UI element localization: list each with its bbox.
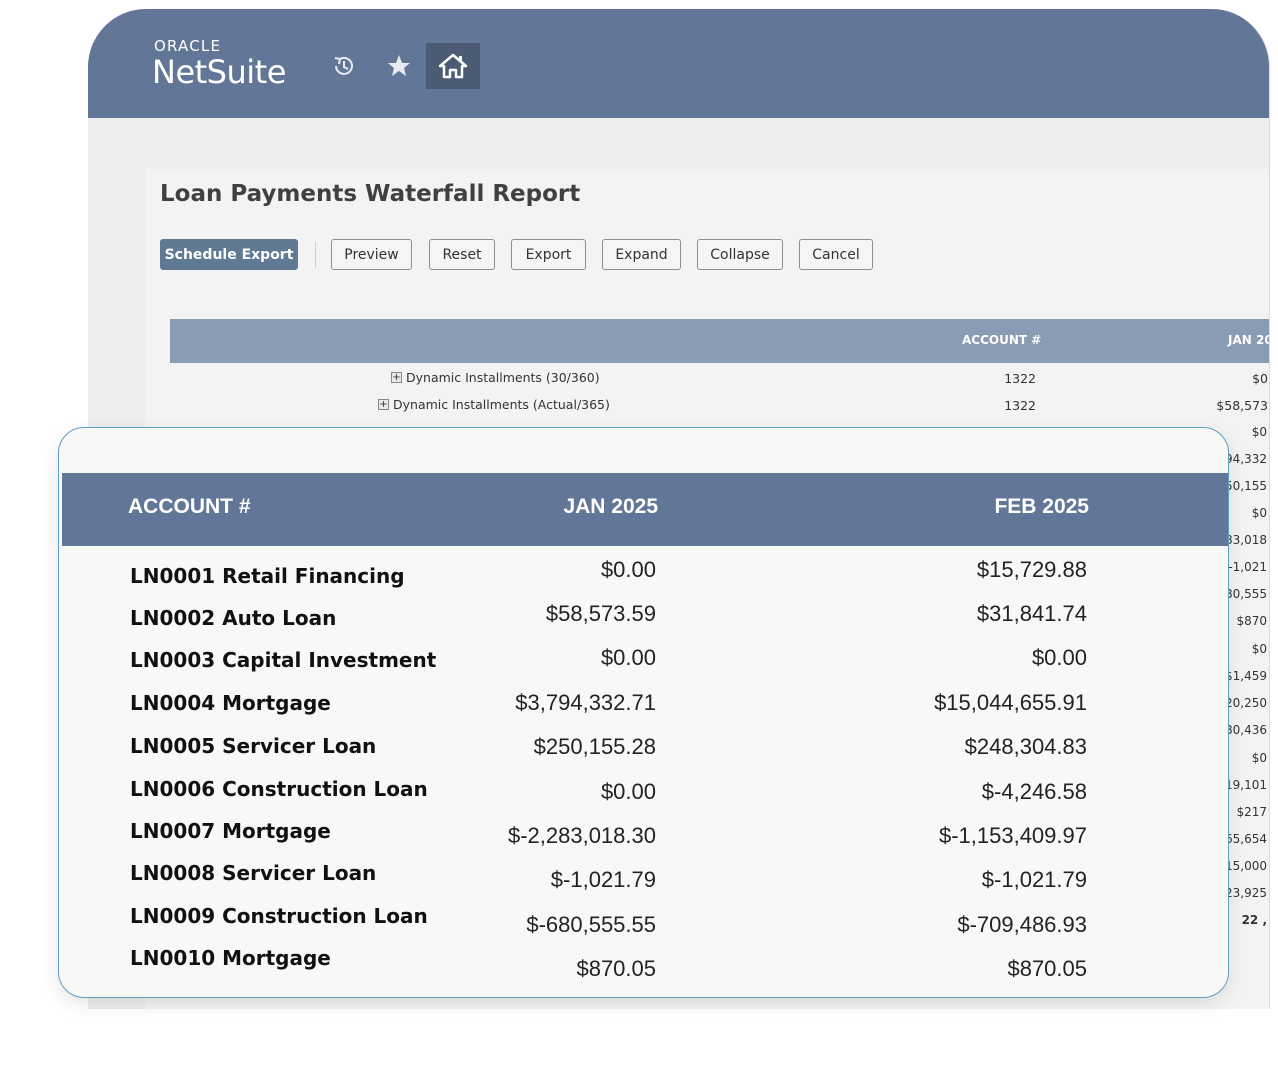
row-label: Dynamic Installments (Actual/365) bbox=[393, 397, 610, 412]
history-icon[interactable] bbox=[317, 43, 371, 89]
jan-cell: $0.00 bbox=[600, 645, 656, 670]
toolbar-divider bbox=[315, 242, 316, 268]
top-navigation-bar: ORACLE NetSuite bbox=[88, 9, 1269, 118]
jan-cell: $250,155.28 bbox=[533, 734, 656, 759]
jan-cell: $-1,021.79 bbox=[550, 867, 656, 892]
account-cell: LN0005 Servicer Loan bbox=[130, 734, 377, 758]
account-cell: LN0009 Construction Loan bbox=[130, 904, 428, 928]
account-cell: LN0006 Construction Loan bbox=[130, 777, 428, 801]
jan-cell: $58,573.59 bbox=[545, 601, 656, 626]
zoomed-table-header: ACCOUNT # JAN 2025 FEB 2025 bbox=[62, 473, 1228, 546]
edge-value: 19,101 bbox=[1225, 778, 1267, 792]
feb-cell: $31,841.74 bbox=[976, 601, 1087, 626]
account-cell: 1322 bbox=[1004, 371, 1036, 386]
preview-button[interactable]: Preview bbox=[331, 239, 412, 270]
account-cell: LN0007 Mortgage bbox=[130, 819, 331, 843]
report-table-header: ACCOUNT # JAN 20 bbox=[170, 319, 1269, 363]
edge-value: $0 bbox=[1251, 642, 1267, 656]
export-button[interactable]: Export bbox=[511, 239, 586, 270]
edge-value: 80,555 bbox=[1225, 587, 1267, 601]
feb-cell: $-709,486.93 bbox=[957, 912, 1087, 937]
edge-value: 20,250 bbox=[1225, 696, 1267, 710]
schedule-export-button[interactable]: Schedule Export bbox=[160, 239, 298, 270]
edge-value: -1,021 bbox=[1228, 560, 1267, 574]
account-column-header[interactable]: ACCOUNT # bbox=[128, 495, 251, 519]
feb-cell: $248,304.83 bbox=[964, 734, 1087, 759]
jan-cell: $-2,283,018.30 bbox=[507, 823, 656, 848]
edge-value: 65,654 bbox=[1225, 832, 1267, 846]
edge-value: 50,155 bbox=[1225, 479, 1267, 493]
jan-cell: $0.00 bbox=[600, 557, 656, 582]
edge-value: $0 bbox=[1251, 506, 1267, 520]
netsuite-logo-text[interactable]: NetSuite bbox=[152, 53, 286, 91]
home-icon[interactable] bbox=[426, 43, 480, 89]
table-row[interactable]: LN0004 Mortgage $3,794,332.71 $15,044,65… bbox=[59, 689, 1228, 733]
account-cell: LN0002 Auto Loan bbox=[130, 606, 337, 630]
feb-cell: $-1,153,409.97 bbox=[938, 823, 1087, 848]
expand-button[interactable]: Expand bbox=[602, 239, 681, 270]
collapse-button[interactable]: Collapse bbox=[697, 239, 783, 270]
account-cell: 1322 bbox=[1004, 398, 1036, 413]
star-icon[interactable] bbox=[372, 43, 426, 89]
account-cell: LN0010 Mortgage bbox=[130, 946, 331, 970]
edge-value: 23,925 bbox=[1225, 886, 1267, 900]
account-cell: LN0003 Capital Investment bbox=[130, 648, 437, 672]
feb-cell: $-4,246.58 bbox=[981, 779, 1087, 804]
edge-value: 83,018 bbox=[1225, 533, 1267, 547]
edge-value: $0 bbox=[1251, 751, 1267, 765]
account-cell: LN0008 Servicer Loan bbox=[130, 861, 377, 885]
edge-value: 15,000 bbox=[1225, 859, 1267, 873]
feb-cell: $15,729.88 bbox=[976, 557, 1087, 582]
edge-value: 22 , bbox=[1241, 913, 1267, 927]
edge-value: $870 bbox=[1236, 614, 1267, 628]
jan-2025-column-header[interactable]: JAN 2025 bbox=[563, 495, 658, 519]
jan-cell: $0.00 bbox=[600, 779, 656, 804]
edge-value: $1,459 bbox=[1225, 669, 1267, 683]
table-row[interactable]: LN0010 Mortgage $870.05 $870.05 bbox=[59, 946, 1228, 997]
zoomed-table-card: ACCOUNT # JAN 2025 FEB 2025 LN0001 Retai… bbox=[58, 427, 1229, 998]
feb-cell: $-1,021.79 bbox=[981, 867, 1087, 892]
account-cell: LN0001 Retail Financing bbox=[130, 564, 405, 588]
jan-cell: $-680,555.55 bbox=[526, 912, 656, 937]
edge-value: 80,436 bbox=[1225, 723, 1267, 737]
account-column-header[interactable]: ACCOUNT # bbox=[962, 333, 1041, 347]
edge-value: $217 bbox=[1236, 805, 1267, 819]
feb-2025-column-header[interactable]: FEB 2025 bbox=[994, 495, 1089, 519]
table-row[interactable]: LN0005 Servicer Loan $250,155.28 $248,30… bbox=[59, 733, 1228, 777]
table-row[interactable]: LN0007 Mortgage $-2,283,018.30 $-1,153,4… bbox=[59, 819, 1228, 866]
table-row[interactable]: + Dynamic Installments (Actual/365) bbox=[378, 397, 610, 412]
feb-cell: $870.05 bbox=[1007, 956, 1087, 981]
expand-row-icon[interactable]: + bbox=[391, 372, 402, 383]
table-row[interactable]: LN0003 Capital Investment $0.00 $0.00 bbox=[59, 644, 1228, 688]
row-label: Dynamic Installments (30/360) bbox=[406, 370, 600, 385]
edge-value: $0 bbox=[1251, 425, 1267, 439]
account-cell: LN0004 Mortgage bbox=[130, 691, 331, 715]
table-row[interactable]: LN0002 Auto Loan $58,573.59 $31,841.74 bbox=[59, 600, 1228, 644]
table-row[interactable]: LN0006 Construction Loan $0.00 $-4,246.5… bbox=[59, 777, 1228, 822]
table-row[interactable]: LN0001 Retail Financing $0.00 $15,729.88 bbox=[59, 556, 1228, 600]
page-title: Loan Payments Waterfall Report bbox=[160, 181, 581, 207]
feb-cell: $15,044,655.91 bbox=[934, 690, 1087, 715]
jan-cell: $3,794,332.71 bbox=[515, 690, 656, 715]
cancel-button[interactable]: Cancel bbox=[799, 239, 873, 270]
jan-cell: $870.05 bbox=[576, 956, 656, 981]
feb-cell: $0.00 bbox=[1031, 645, 1087, 670]
expand-row-icon[interactable]: + bbox=[378, 399, 389, 410]
reset-button[interactable]: Reset bbox=[429, 239, 495, 270]
table-row[interactable]: + Dynamic Installments (30/360) bbox=[391, 370, 600, 385]
edge-value: 94,332 bbox=[1225, 452, 1267, 466]
